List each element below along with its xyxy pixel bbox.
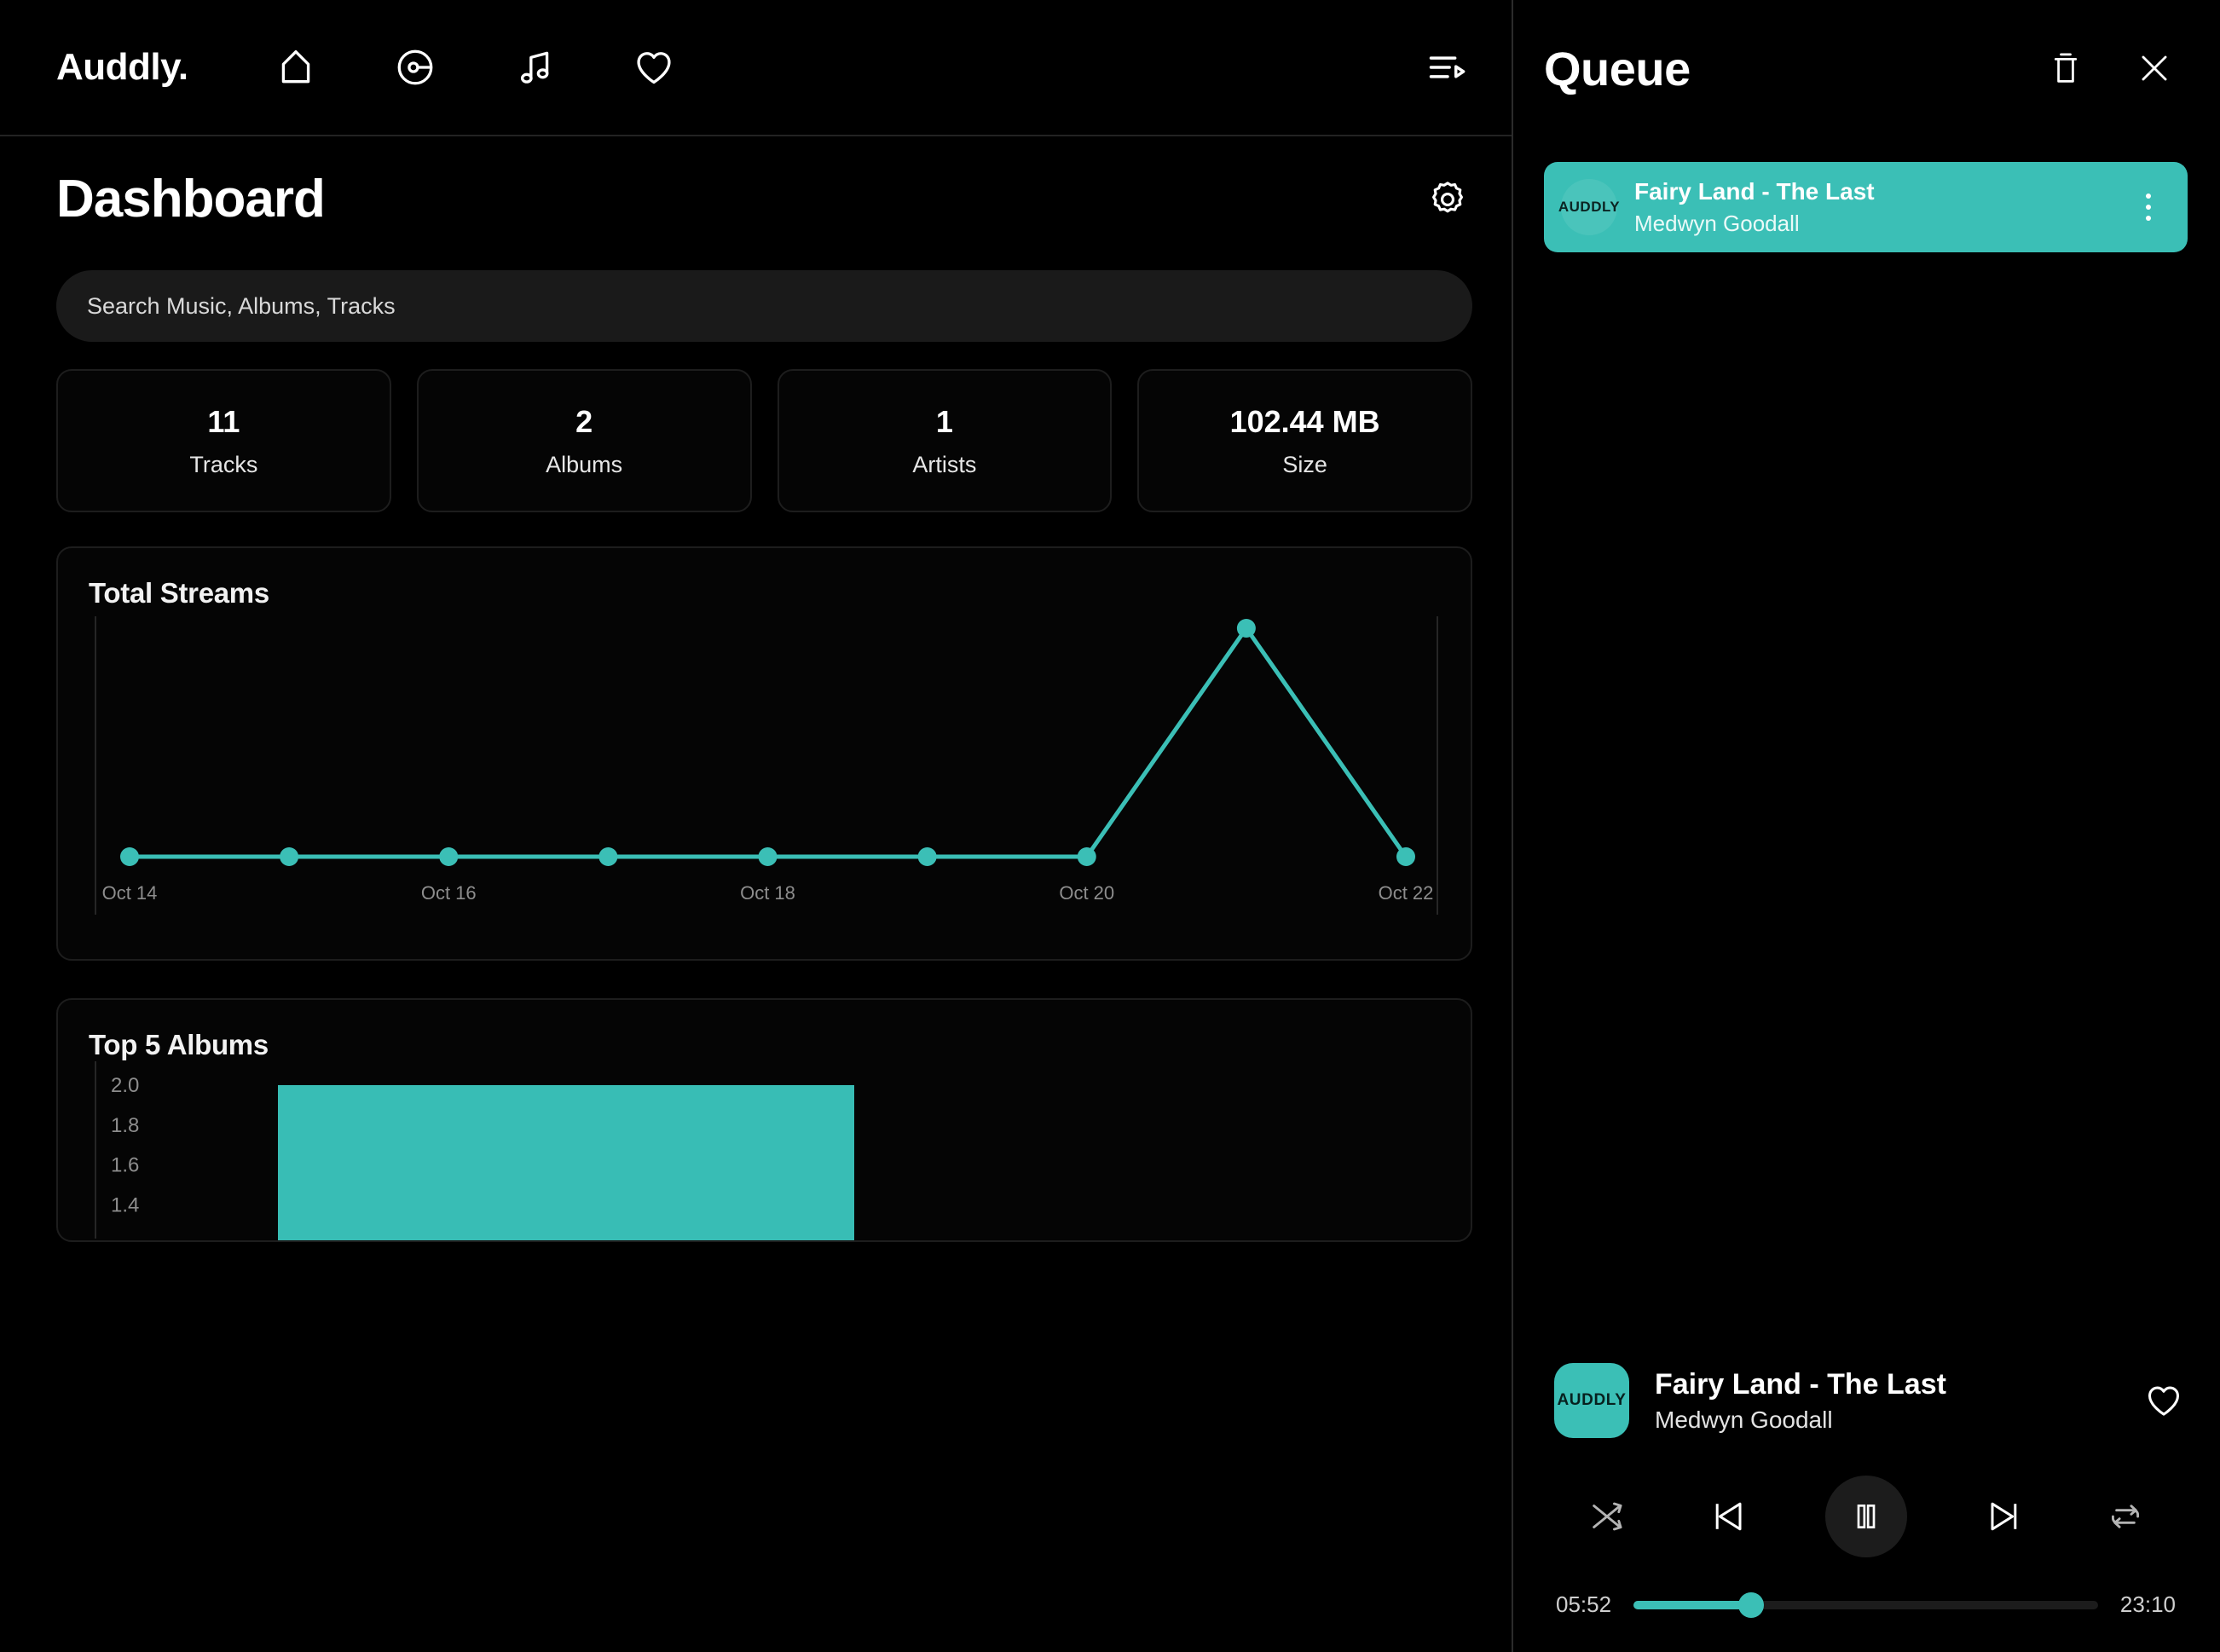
transport-controls	[1544, 1476, 2188, 1557]
queue-list-item[interactable]: AUDDLY Fairy Land - The Last Medwyn Good…	[1544, 162, 2188, 252]
gear-icon[interactable]	[1423, 175, 1472, 224]
stat-card-size[interactable]: 102.44 MB Size	[1137, 369, 1472, 512]
bar-series	[278, 1085, 854, 1240]
stats-row: 11 Tracks 2 Albums 1 Artists 102.44 MB S…	[56, 369, 1472, 512]
total-time: 23:10	[2119, 1591, 2176, 1617]
line-data-point[interactable]	[120, 847, 139, 866]
x-axis-tick-label: Oct 18	[740, 882, 795, 904]
line-data-point[interactable]	[917, 847, 937, 866]
repeat-icon[interactable]	[2101, 1493, 2149, 1540]
stat-card-tracks[interactable]: 11 Tracks	[56, 369, 391, 512]
next-track-icon[interactable]	[1980, 1493, 2028, 1540]
queue-panel: Queue AUDDLY Fairy Land - The Last Medwy…	[1513, 0, 2218, 1652]
line-chart-svg: Oct 14 Oct 16 Oct 18 Oct 20 Oct 22	[95, 616, 1438, 915]
line-data-point[interactable]	[1396, 847, 1415, 866]
line-data-point[interactable]	[439, 847, 459, 866]
x-axis-tick-label: Oct 22	[1379, 882, 1434, 904]
bar-chart-svg: 2.0 1.8 1.6 1.4	[95, 1061, 854, 1240]
stat-label: Tracks	[189, 451, 258, 477]
queue-item-title: Fairy Land - The Last	[1634, 177, 1875, 205]
stat-card-albums[interactable]: 2 Albums	[416, 369, 752, 512]
now-playing-meta: Fairy Land - The Last Medwyn Goodall	[1655, 1368, 2140, 1434]
y-axis-tick-label: 1.8	[111, 1114, 139, 1137]
top-albums-chart: 2.0 1.8 1.6 1.4	[89, 1061, 1440, 1240]
bar-rect[interactable]	[278, 1085, 854, 1240]
dashboard-scroll-area: 11 Tracks 2 Albums 1 Artists 102.44 MB S…	[0, 229, 1512, 1652]
player-bar: AUDDLY Fairy Land - The Last Medwyn Good…	[1513, 1363, 2218, 1652]
stat-value: 1	[935, 403, 953, 439]
line-data-point[interactable]	[758, 847, 778, 866]
line-data-point[interactable]	[1077, 847, 1096, 866]
search-input[interactable]	[87, 292, 1442, 320]
x-axis-tick-label: Oct 14	[102, 882, 158, 904]
top-albums-title: Top 5 Albums	[89, 1029, 269, 1060]
home-icon[interactable]	[274, 45, 318, 90]
total-streams-panel: Total Streams Oct 14 Oct 16 Oct 18 Oct 20 Oc…	[56, 546, 1472, 961]
shuffle-icon[interactable]	[1583, 1493, 1631, 1540]
stat-value: 2	[575, 403, 593, 439]
main-column: Auddly. Dashboard Search Music, Albums, …	[0, 0, 1513, 1652]
stat-value: 102.44 MB	[1229, 403, 1380, 439]
stat-label: Size	[1282, 451, 1327, 477]
page-title: Dashboard	[56, 170, 326, 228]
stat-card-artists[interactable]: 1 Artists	[777, 369, 1113, 512]
seek-slider[interactable]	[1633, 1591, 2098, 1618]
heart-icon[interactable]	[2140, 1377, 2188, 1424]
queue-header: Queue	[1513, 0, 2218, 136]
line-series	[120, 619, 1415, 866]
stat-label: Artists	[912, 451, 977, 477]
queue-item-meta: Fairy Land - The Last Medwyn Goodall	[1634, 178, 2130, 237]
search-bar[interactable]	[56, 270, 1472, 342]
previous-track-icon[interactable]	[1704, 1493, 1752, 1540]
close-icon[interactable]	[2133, 47, 2176, 90]
queue-header-actions	[2044, 47, 2176, 90]
line-data-point[interactable]	[1236, 619, 1256, 638]
now-playing: AUDDLY Fairy Land - The Last Medwyn Good…	[1544, 1363, 2188, 1438]
line-data-point[interactable]	[280, 847, 299, 866]
total-streams-title: Total Streams	[89, 577, 269, 609]
bar-y-axis-ticks: 2.0 1.8 1.6 1.4	[111, 1074, 139, 1216]
nav-icon-group	[274, 45, 676, 90]
now-playing-artwork: AUDDLY	[1554, 1363, 1629, 1438]
artwork-label: AUDDLY	[1557, 1391, 1627, 1409]
stat-label: Albums	[546, 451, 623, 477]
y-axis-tick-label: 1.6	[111, 1154, 139, 1177]
queue-list: AUDDLY Fairy Land - The Last Medwyn Good…	[1513, 136, 2218, 1363]
top-navigation-bar: Auddly.	[0, 0, 1512, 136]
queue-item-artist: Medwyn Goodall	[1634, 210, 1800, 236]
app-logo[interactable]: Auddly.	[56, 46, 188, 89]
music-note-icon[interactable]	[512, 45, 557, 90]
trash-icon[interactable]	[2044, 47, 2087, 90]
play-pause-button[interactable]	[1824, 1476, 1907, 1557]
more-options-icon[interactable]	[2130, 185, 2167, 229]
seek-fill	[1633, 1600, 1751, 1609]
x-axis-tick-label: Oct 16	[421, 882, 477, 904]
total-streams-chart: Oct 14 Oct 16 Oct 18 Oct 20 Oct 22	[89, 609, 1440, 933]
now-playing-title: Fairy Land - The Last	[1655, 1367, 1946, 1401]
line-data-point[interactable]	[598, 847, 618, 866]
heart-icon[interactable]	[632, 45, 676, 90]
disc-icon[interactable]	[393, 45, 437, 90]
queue-toggle-icon[interactable]	[1423, 43, 1472, 92]
seek-handle[interactable]	[1737, 1591, 1764, 1618]
now-playing-artist: Medwyn Goodall	[1655, 1406, 1833, 1433]
stat-value: 11	[207, 403, 240, 439]
x-axis-tick-label: Oct 20	[1059, 882, 1114, 904]
line-path	[130, 626, 1408, 859]
page-header: Dashboard	[0, 136, 1512, 229]
top-albums-panel: Top 5 Albums 2.0 1.8 1.6 1.4	[56, 998, 1472, 1242]
current-time: 05:52	[1556, 1591, 1612, 1617]
line-x-axis-ticks: Oct 14 Oct 16 Oct 18 Oct 20 Oct 22	[102, 882, 1434, 904]
progress-row: 05:52 23:10	[1544, 1591, 2188, 1618]
y-axis-tick-label: 2.0	[111, 1074, 139, 1097]
app-root: Auddly. Dashboard Search Music, Albums, …	[0, 0, 2220, 1652]
queue-item-artwork: AUDDLY	[1558, 179, 1621, 235]
queue-title: Queue	[1544, 41, 1691, 95]
artwork-label: AUDDLY	[1558, 199, 1621, 215]
y-axis-tick-label: 1.4	[111, 1193, 139, 1216]
